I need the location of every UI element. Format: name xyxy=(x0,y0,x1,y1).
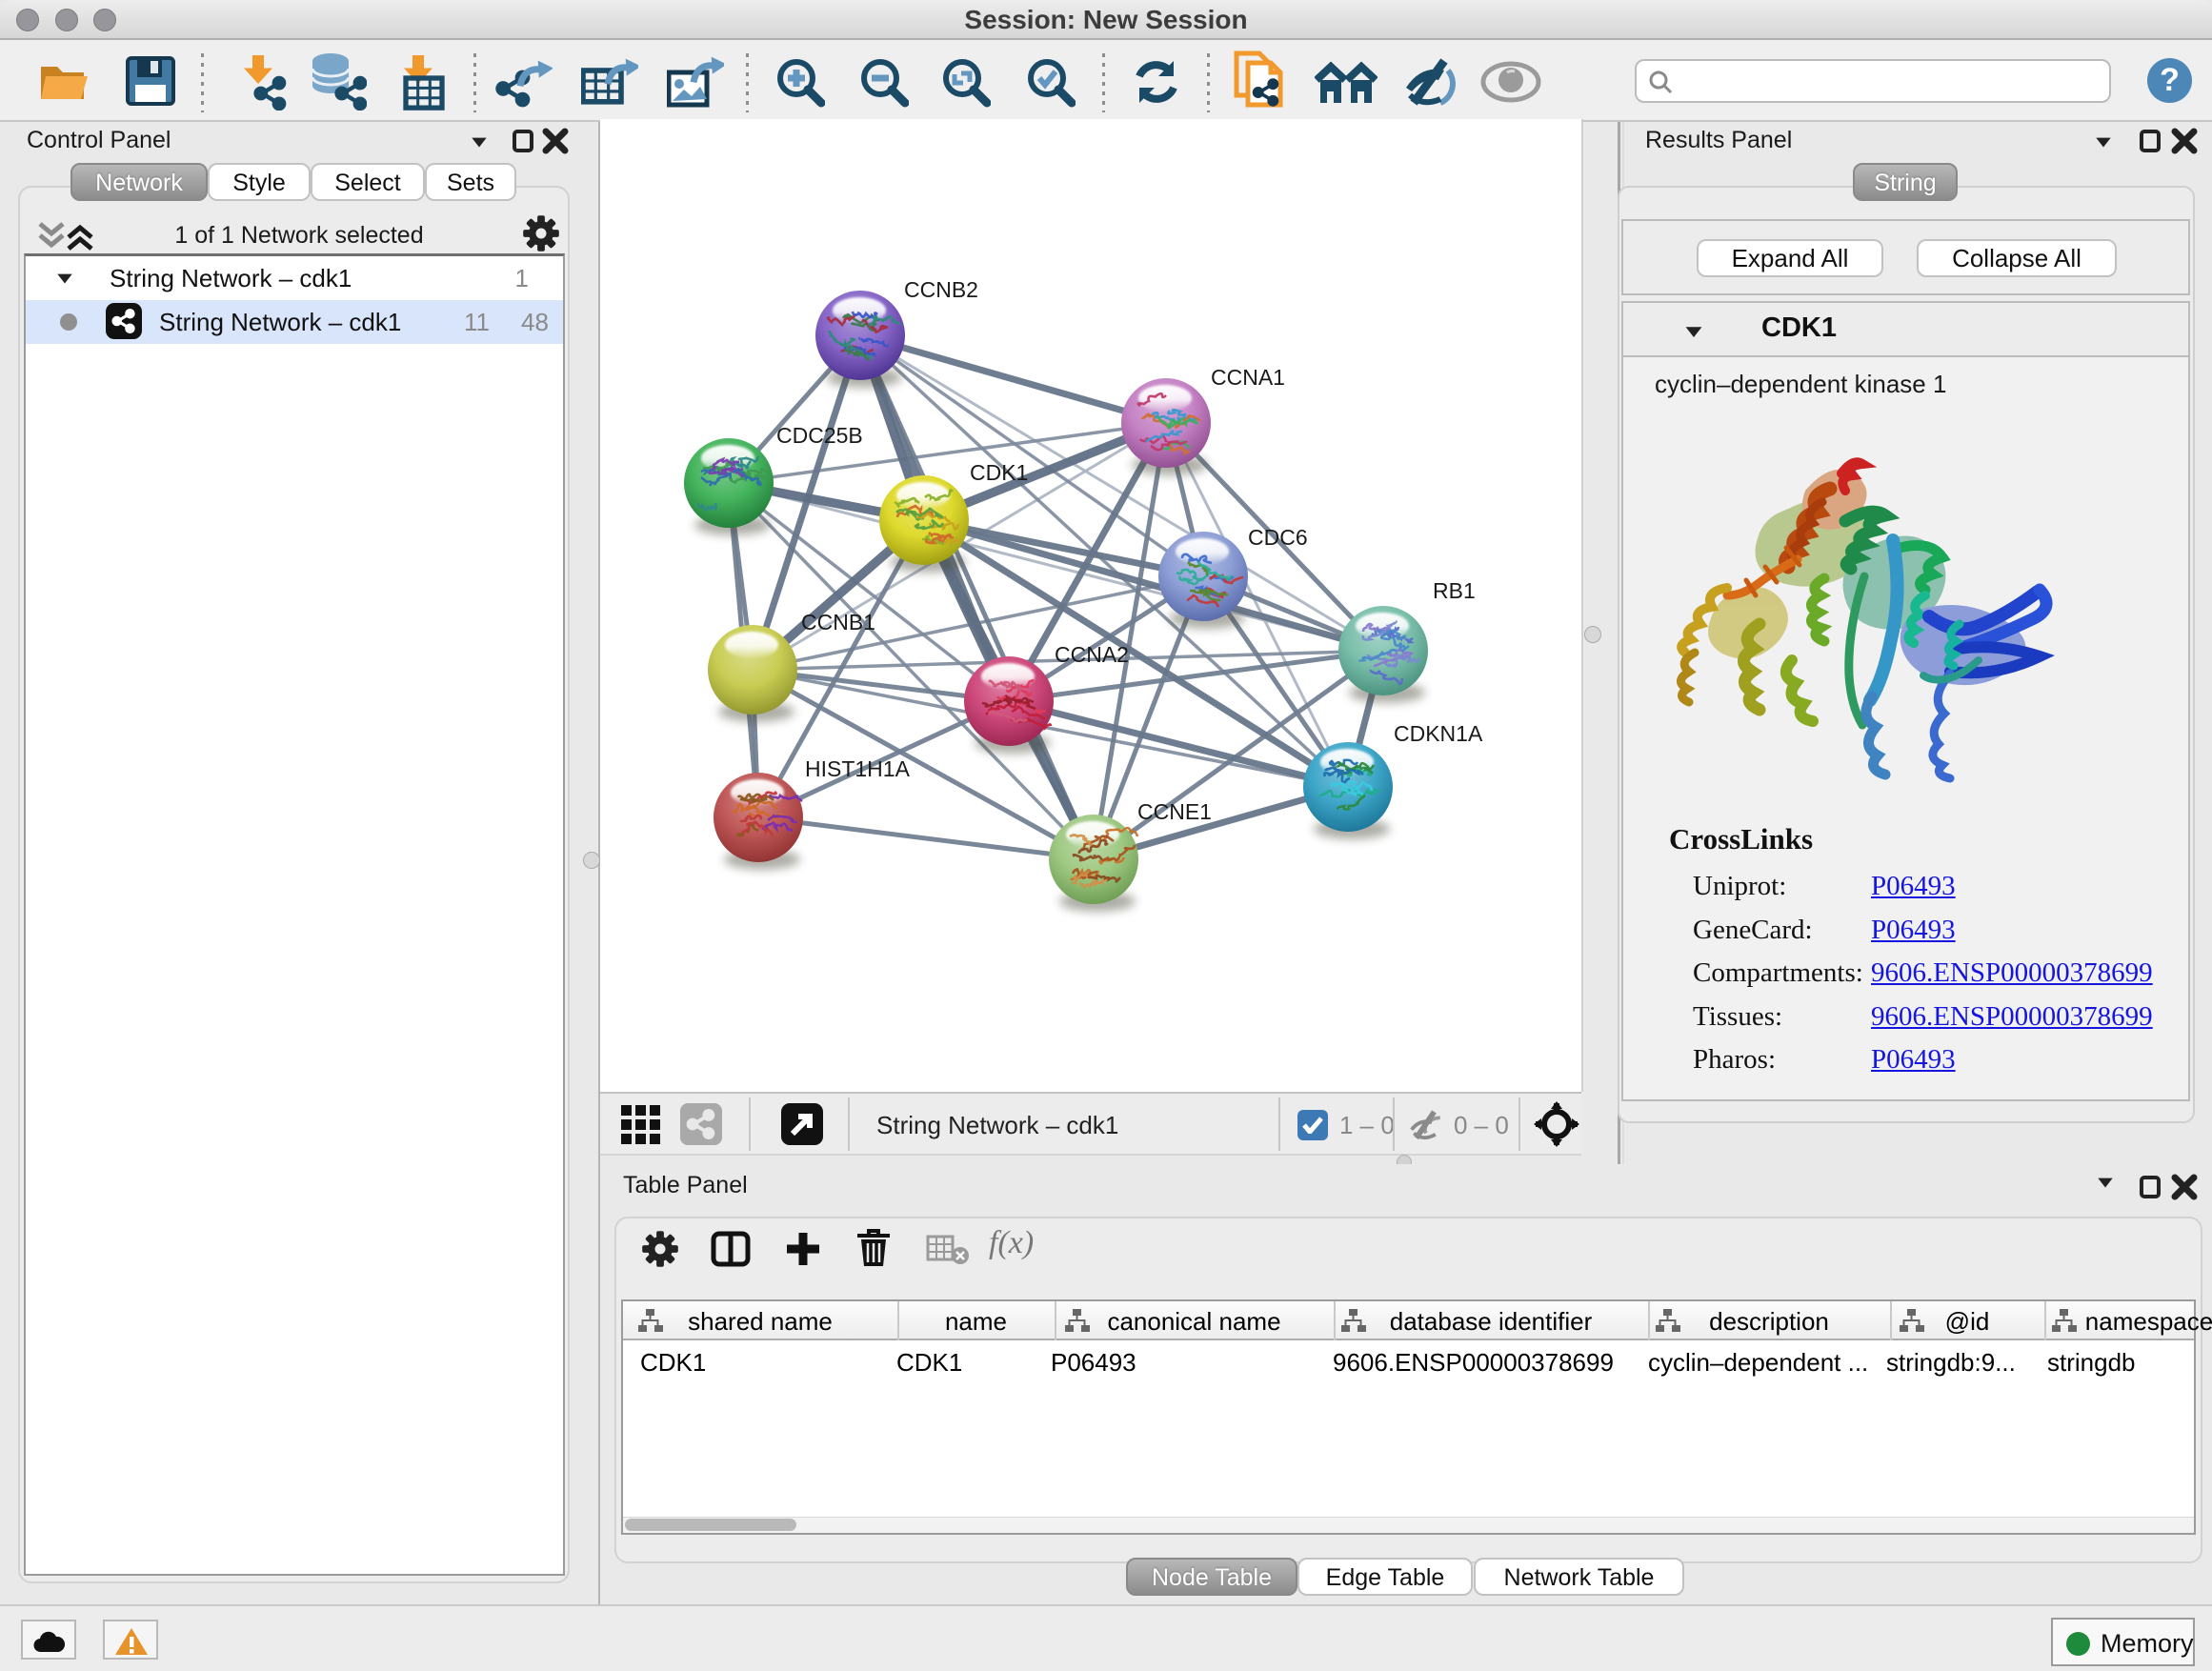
svg-text:CCNA2: CCNA2 xyxy=(1055,642,1129,667)
svg-text:HIST1H1A: HIST1H1A xyxy=(805,756,911,781)
svg-text:CDKN1A: CDKN1A xyxy=(1394,721,1483,746)
svg-text:CCNE1: CCNE1 xyxy=(1137,799,1212,824)
svg-text:RB1: RB1 xyxy=(1433,578,1476,603)
svg-text:CDK1: CDK1 xyxy=(970,460,1028,485)
svg-text:CCNB1: CCNB1 xyxy=(801,610,875,634)
svg-text:CDC6: CDC6 xyxy=(1248,525,1308,550)
svg-text:CCNA1: CCNA1 xyxy=(1211,365,1285,390)
svg-text:CDC25B: CDC25B xyxy=(776,423,863,448)
svg-text:CCNB2: CCNB2 xyxy=(904,277,978,302)
